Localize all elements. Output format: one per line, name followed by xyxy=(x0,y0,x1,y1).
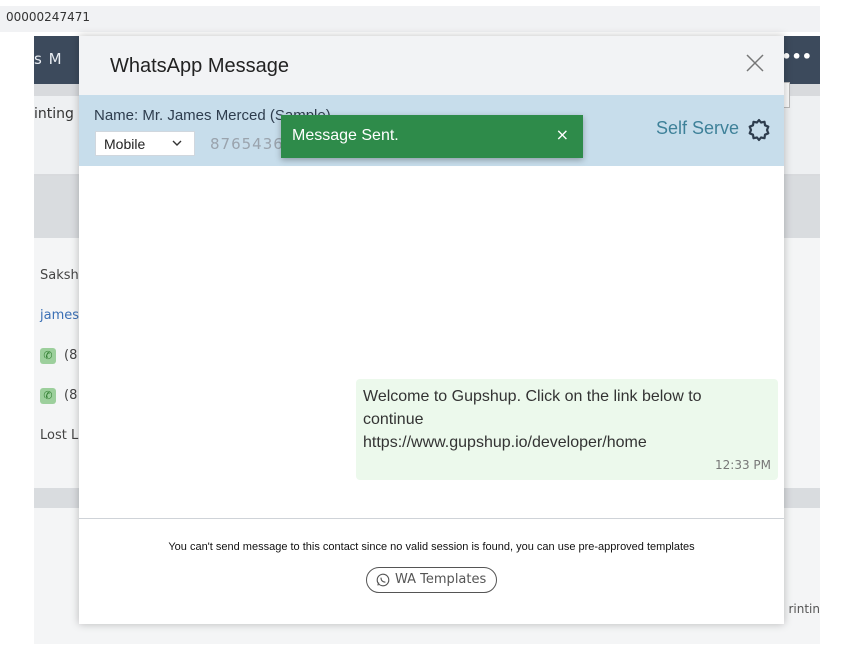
toast-close-icon[interactable]: × xyxy=(556,125,569,144)
contact-owner: Saksh xyxy=(40,268,79,283)
phone-icon[interactable]: ✆ xyxy=(40,348,56,364)
nav-text[interactable]: s M xyxy=(34,50,63,68)
chat-area: Welcome to Gupshup. Click on the link be… xyxy=(79,166,784,518)
number-type-value: Mobile xyxy=(104,136,146,152)
chevron-down-icon xyxy=(172,140,182,146)
message-bubble-outgoing: Welcome to Gupshup. Click on the link be… xyxy=(356,379,778,480)
lead-status: Lost L xyxy=(40,428,79,443)
message-link[interactable]: https://www.gupshup.io/developer/home xyxy=(363,431,768,454)
phone-number-2[interactable]: (8 xyxy=(64,388,77,403)
gear-icon[interactable] xyxy=(747,118,771,142)
phone-number-1[interactable]: (8 xyxy=(64,348,77,363)
modal-title: WhatsApp Message xyxy=(110,55,289,77)
phone-number: 8765436 xyxy=(210,135,284,153)
divider xyxy=(79,518,784,519)
record-label: inting xyxy=(34,106,74,122)
message-line: Welcome to Gupshup. Click on the link be… xyxy=(363,388,702,405)
number-type-select[interactable]: Mobile xyxy=(95,131,195,156)
close-icon[interactable] xyxy=(744,52,766,74)
more-icon[interactable]: ••• xyxy=(781,47,812,66)
self-serve-label[interactable]: Self Serve xyxy=(656,118,739,139)
whatsapp-icon xyxy=(376,573,390,587)
message-text: Welcome to Gupshup. Click on the link be… xyxy=(363,385,768,454)
message-time: 12:33 PM xyxy=(715,458,771,472)
session-notice: You can't send message to this contact s… xyxy=(168,541,695,553)
whatsapp-modal: WhatsApp Message Name: Mr. James Merced … xyxy=(79,36,784,624)
wa-templates-label: WA Templates xyxy=(395,572,487,587)
wa-templates-button[interactable]: WA Templates xyxy=(366,567,497,593)
toast-message: Message Sent. xyxy=(292,127,399,144)
url-bar: 00000247471 xyxy=(0,6,820,32)
phone-icon[interactable]: ✆ xyxy=(40,388,56,404)
message-line: continue xyxy=(363,411,424,428)
email-link[interactable]: james xyxy=(40,308,79,323)
modal-header: WhatsApp Message xyxy=(79,36,784,95)
url-text: 00000247471 xyxy=(6,10,90,24)
toast-notification: Message Sent. × xyxy=(281,115,583,158)
printing-label: rintin xyxy=(788,602,820,616)
